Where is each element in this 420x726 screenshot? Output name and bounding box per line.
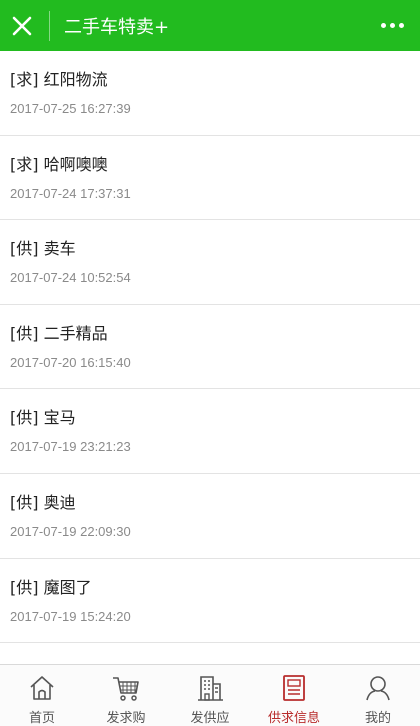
cart-icon xyxy=(113,677,139,701)
item-title: [求] 哈啊噢噢 xyxy=(10,154,108,174)
item-title: [供] 魔图了 xyxy=(10,577,92,597)
tab-label: 供求信息 xyxy=(267,711,320,726)
list-item[interactable]: [求] 哈啊噢噢 2017-07-24 17:37:31 xyxy=(0,135,420,221)
item-time: 2017-07-20 16:15:40 xyxy=(10,354,131,370)
tab-label: 首页 xyxy=(28,711,55,726)
tab-label: 发供应 xyxy=(190,711,230,726)
more-dots-icon xyxy=(380,23,386,28)
close-button[interactable] xyxy=(0,0,44,51)
page-title: 二手车特卖+ xyxy=(64,16,170,38)
list-item[interactable]: [供] 奥迪 2017-07-19 22:09:30 xyxy=(0,473,420,559)
building-icon xyxy=(198,676,223,701)
tab-label: 我的 xyxy=(364,711,391,726)
item-title: [供] 二手精品 xyxy=(10,323,108,343)
item-time: 2017-07-25 16:27:39 xyxy=(10,101,131,116)
item-time: 2017-07-19 22:09:30 xyxy=(10,523,131,539)
home-icon xyxy=(30,676,54,700)
close-icon xyxy=(12,16,32,35)
tab-mine[interactable]: 我的 xyxy=(336,665,420,726)
list-item[interactable]: [供] 宝马 2017-07-19 23:21:23 xyxy=(0,389,420,474)
list-item[interactable]: [供] 魔图了 2017-07-19 15:24:20 xyxy=(0,558,420,644)
info-list: [求] 红阳物流 2017-07-25 16:27:39 [求] 哈啊噢噢 20… xyxy=(0,51,420,664)
tab-post-supply[interactable]: 发供应 xyxy=(168,665,252,726)
tab-home[interactable]: 首页 xyxy=(0,665,84,726)
item-title: [供] 卖车 xyxy=(10,239,76,259)
list-item[interactable]: [供] 卖车 2017-07-24 10:52:54 xyxy=(0,220,420,305)
item-time: 2017-07-19 15:24:20 xyxy=(10,608,131,624)
item-time: 2017-07-19 23:21:23 xyxy=(10,439,131,455)
list-item[interactable]: [求] 红阳物流 2017-07-25 16:27:39 xyxy=(0,51,420,136)
top-bar: 二手车特卖+ xyxy=(0,0,420,51)
user-icon xyxy=(366,676,390,701)
news-icon xyxy=(283,675,305,701)
bottom-tab-bar: 首页 发求购 发供应 供求信息 我的 xyxy=(0,664,420,726)
list-item[interactable]: [供] 二手精品 2017-07-20 16:15:40 xyxy=(0,304,420,390)
tab-label: 发求购 xyxy=(106,711,146,726)
item-title: [供] 宝马 xyxy=(10,408,76,428)
more-button[interactable] xyxy=(364,0,420,51)
item-time: 2017-07-24 17:37:31 xyxy=(10,185,131,201)
item-time: 2017-07-24 10:52:54 xyxy=(10,270,131,286)
tab-post-request[interactable]: 发求购 xyxy=(84,665,168,726)
header-divider xyxy=(49,10,50,41)
more-dots-icon xyxy=(398,23,404,28)
item-title: [求] 红阳物流 xyxy=(10,70,108,89)
more-dots-icon xyxy=(389,23,395,28)
item-title: [供] 奥迪 xyxy=(10,492,76,512)
tab-supply-info[interactable]: 供求信息 xyxy=(252,665,336,726)
